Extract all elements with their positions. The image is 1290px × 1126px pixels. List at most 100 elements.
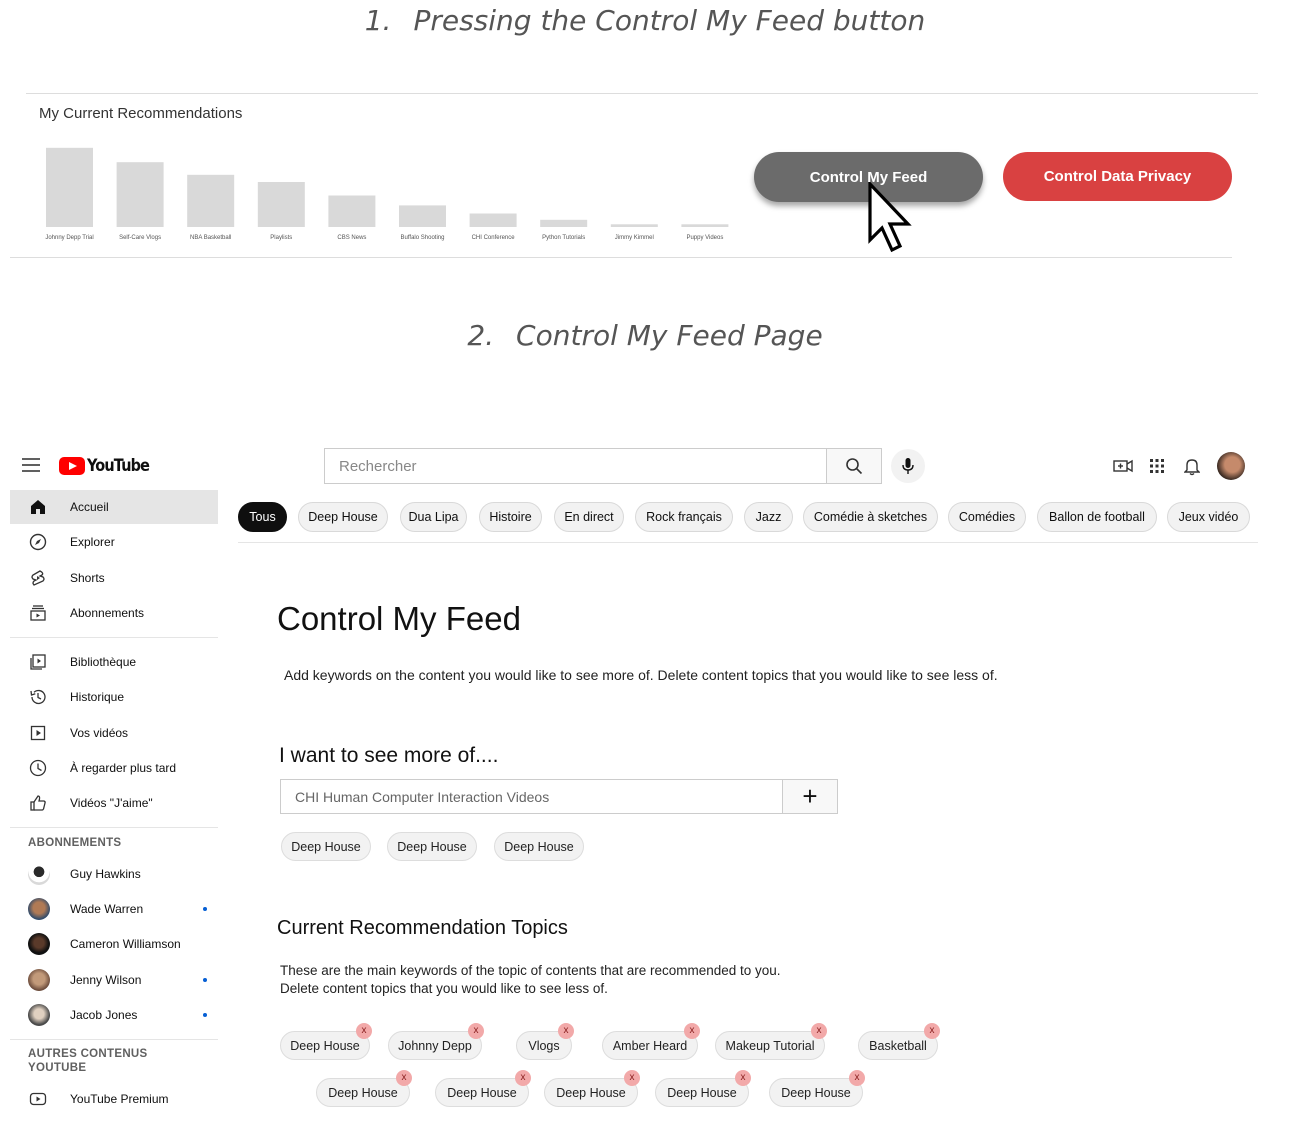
recommendation-topic-chip[interactable]: Makeup Tutorial xyxy=(715,1031,825,1060)
sidebar-item[interactable]: YouTube Premium xyxy=(10,1082,218,1116)
apps-grid-icon[interactable] xyxy=(1146,455,1168,477)
home-icon xyxy=(28,497,48,517)
recommendation-bar xyxy=(257,182,305,227)
remove-topic-icon[interactable]: x xyxy=(558,1023,574,1039)
keyword-input[interactable]: CHI Human Computer Interaction Videos xyxy=(280,779,783,814)
search-placeholder: Rechercher xyxy=(339,457,417,475)
sidebar-item-label: Vidéos "J'aime" xyxy=(70,796,153,811)
add-keyword-button[interactable]: + xyxy=(782,779,838,814)
sidebar-item[interactable]: Bibliothèque xyxy=(10,645,218,679)
filter-chip[interactable]: Comédie à sketches xyxy=(803,502,938,532)
other-content-heading-line-1: AUTRES CONTENUS xyxy=(28,1048,148,1060)
current-topics-description-line-1: These are the main keywords of the topic… xyxy=(280,963,781,978)
filter-chip[interactable]: Comédies xyxy=(948,502,1026,532)
filter-chip[interactable]: Dua Lipa xyxy=(400,502,467,532)
sidebar-item[interactable]: Cameron Williamson xyxy=(10,927,218,961)
remove-topic-icon[interactable]: x xyxy=(735,1070,751,1086)
recommendation-topic-chip[interactable]: Amber Heard xyxy=(602,1031,698,1060)
sidebar-item[interactable]: Guy Hawkins xyxy=(10,857,218,891)
sidebar-item[interactable]: Jenny Wilson xyxy=(10,963,218,997)
recommendation-bar xyxy=(469,213,517,227)
recommendations-bar-chart: Johnny Depp Trial Self-Care Vlogs NBA Bask… xyxy=(45,147,729,241)
plus-icon: + xyxy=(802,781,818,811)
recommendation-bar-label: CHI Conference xyxy=(472,235,516,241)
sidebar-item-label: Explorer xyxy=(70,535,115,550)
sidebar-item[interactable]: Shorts xyxy=(10,561,218,595)
filter-chip[interactable]: Jeux vidéo xyxy=(1167,502,1250,532)
control-data-privacy-button[interactable]: Control Data Privacy xyxy=(1003,152,1232,201)
sidebar-item[interactable]: Wade Warren xyxy=(10,892,218,926)
remove-topic-icon[interactable]: x xyxy=(396,1070,412,1086)
sidebar-item-label: Abonnements xyxy=(70,605,145,620)
added-keyword-chip[interactable]: Deep House xyxy=(387,832,477,861)
sidebar-item[interactable]: Accueil xyxy=(10,490,218,524)
recommendation-bar xyxy=(540,219,588,227)
sidebar-divider xyxy=(10,1039,218,1040)
step-1-heading: 1. Pressing the Control My Feed button xyxy=(0,4,1290,37)
remove-topic-icon[interactable]: x xyxy=(356,1023,372,1039)
sidebar-item-label: YouTube Premium xyxy=(70,1092,169,1106)
filter-chip[interactable]: Jazz xyxy=(744,502,793,532)
remove-topic-icon[interactable]: x xyxy=(624,1070,640,1086)
voice-search-button[interactable] xyxy=(891,449,925,483)
sidebar-item-label: Jacob Jones xyxy=(70,1007,138,1022)
sidebar-item[interactable]: Jacob Jones xyxy=(10,998,218,1032)
added-keyword-chip[interactable]: Deep House xyxy=(281,832,371,861)
search-icon xyxy=(846,458,863,475)
remove-topic-icon[interactable]: x xyxy=(811,1023,827,1039)
remove-topic-icon[interactable]: x xyxy=(849,1070,865,1086)
create-video-icon[interactable] xyxy=(1112,455,1134,477)
sidebar-item[interactable]: Historique xyxy=(10,680,218,714)
recommendation-bar-label: Playlists xyxy=(270,235,292,241)
sidebar-item[interactable]: Abonnements xyxy=(10,596,218,630)
search-button[interactable] xyxy=(826,448,882,484)
new-content-dot xyxy=(203,907,207,912)
sidebar-item[interactable]: Explorer xyxy=(10,525,218,559)
sidebar-item[interactable]: Vidéos "J'aime" xyxy=(10,786,218,820)
account-avatar[interactable] xyxy=(1217,452,1245,480)
library-icon xyxy=(28,652,48,672)
page-description: Add keywords on the content you would li… xyxy=(284,667,998,683)
subscriptions-icon xyxy=(28,603,48,623)
recommendation-topic-chip[interactable]: Deep House xyxy=(544,1078,638,1107)
recommendation-topic-chip[interactable]: Johnny Depp xyxy=(388,1031,482,1060)
search-input[interactable]: Rechercher xyxy=(324,448,827,484)
recommendation-bar xyxy=(187,174,235,227)
remove-topic-icon[interactable]: x xyxy=(684,1023,700,1039)
keyword-input-value: CHI Human Computer Interaction Videos xyxy=(295,788,550,805)
added-keyword-chip[interactable]: Deep House xyxy=(494,832,584,861)
recommendation-topic-chip[interactable]: Deep House xyxy=(435,1078,529,1107)
chips-divider xyxy=(238,542,1258,543)
youtube-logo[interactable]: YouTube xyxy=(59,456,160,476)
filter-chip[interactable]: Histoire xyxy=(479,502,542,532)
other-content-heading-line-2: YOUTUBE xyxy=(28,1062,87,1074)
hamburger-menu-icon[interactable] xyxy=(22,458,40,472)
step-number: 1. xyxy=(364,4,392,37)
mouse-pointer-icon xyxy=(868,182,912,253)
see-more-heading: I want to see more of.... xyxy=(279,744,499,767)
remove-topic-icon[interactable]: x xyxy=(515,1070,531,1086)
recommendation-bar-label: Johnny Depp Trial xyxy=(45,235,93,241)
avatar xyxy=(28,863,50,885)
youtube-wordmark: YouTube xyxy=(87,456,150,476)
step-title: Pressing the Control My Feed button xyxy=(413,4,926,37)
notifications-bell-icon[interactable] xyxy=(1181,455,1203,477)
recommendation-topic-chip[interactable]: Deep House xyxy=(769,1078,863,1107)
recommendation-topic-chip[interactable]: Deep House xyxy=(655,1078,749,1107)
filter-chip[interactable]: Rock français xyxy=(635,502,733,532)
recommendation-bar xyxy=(610,224,658,227)
sidebar-divider xyxy=(10,827,218,828)
remove-topic-icon[interactable]: x xyxy=(924,1023,940,1039)
new-content-dot xyxy=(203,1012,207,1017)
sidebar-item[interactable]: Vos vidéos xyxy=(10,716,218,750)
remove-topic-icon[interactable]: x xyxy=(468,1023,484,1039)
filter-chip[interactable]: Tous xyxy=(238,502,287,532)
avatar xyxy=(28,898,50,921)
filter-chip[interactable]: Deep House xyxy=(298,502,388,532)
recommendation-topic-chip[interactable]: Deep House xyxy=(316,1078,410,1107)
sidebar-item[interactable]: À regarder plus tard xyxy=(10,751,218,785)
filter-chip[interactable]: Ballon de football xyxy=(1037,502,1157,532)
panel-bottom-divider xyxy=(10,257,1232,258)
other-content-heading: AUTRES CONTENUS YOUTUBE xyxy=(28,1047,148,1075)
filter-chip[interactable]: En direct xyxy=(554,502,624,532)
